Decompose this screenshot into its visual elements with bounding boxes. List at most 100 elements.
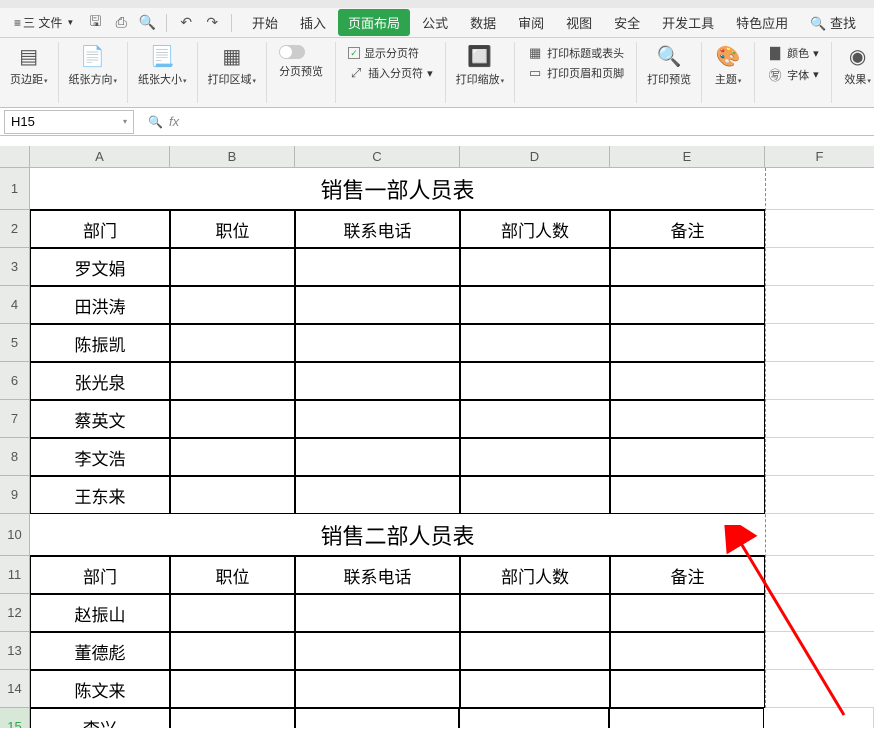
- cell[interactable]: [170, 670, 295, 708]
- redo-icon[interactable]: ↷: [201, 12, 223, 34]
- column-header[interactable]: F: [765, 146, 874, 168]
- row-header[interactable]: 5: [0, 324, 30, 362]
- print-area-button[interactable]: ▦ 打印区域▾: [204, 42, 261, 89]
- print-preview-button[interactable]: 🔍 打印预览: [643, 42, 695, 89]
- tab-special[interactable]: 特色应用: [726, 9, 798, 36]
- show-page-break-checkbox[interactable]: ✓ 显示分页符: [346, 44, 435, 62]
- cell[interactable]: [460, 632, 610, 670]
- cell[interactable]: 张光泉: [30, 362, 170, 400]
- cell[interactable]: [764, 708, 874, 728]
- tab-insert[interactable]: 插入: [290, 9, 336, 36]
- margins-button[interactable]: ▤ 页边距▾: [6, 42, 52, 89]
- cell[interactable]: [610, 632, 765, 670]
- cell[interactable]: [460, 594, 610, 632]
- cell[interactable]: [765, 210, 874, 248]
- tab-data[interactable]: 数据: [460, 9, 506, 36]
- cell[interactable]: 职位: [170, 556, 295, 594]
- cell[interactable]: [170, 594, 295, 632]
- cell[interactable]: 备注: [610, 556, 765, 594]
- fonts-button[interactable]: ㊢ 字体▾: [765, 64, 821, 85]
- cell[interactable]: [610, 594, 765, 632]
- cell[interactable]: [765, 670, 874, 708]
- cell[interactable]: 董德彪: [30, 632, 170, 670]
- cell[interactable]: [765, 632, 874, 670]
- row-header[interactable]: 10: [0, 514, 30, 556]
- save-icon[interactable]: 🖫: [84, 12, 106, 34]
- row-header[interactable]: 1: [0, 168, 30, 210]
- cell[interactable]: [460, 286, 610, 324]
- cell[interactable]: [765, 594, 874, 632]
- cell[interactable]: [609, 708, 764, 728]
- row-header[interactable]: 14: [0, 670, 30, 708]
- table-title[interactable]: 销售一部人员表: [30, 168, 765, 210]
- row-header[interactable]: 4: [0, 286, 30, 324]
- themes-button[interactable]: 🎨 主题▾: [708, 42, 748, 89]
- grid[interactable]: 销售一部人员表 部门 职位 联系电话 部门人数 备注 罗文娟: [30, 168, 874, 708]
- file-menu[interactable]: ≡ 三 文件 ▼: [8, 12, 80, 33]
- cell[interactable]: 部门人数: [460, 210, 610, 248]
- cell[interactable]: [170, 324, 295, 362]
- select-all-corner[interactable]: [0, 146, 30, 168]
- cell[interactable]: [460, 400, 610, 438]
- page-break-preview-toggle[interactable]: [277, 44, 325, 60]
- cell[interactable]: [170, 438, 295, 476]
- column-header[interactable]: E: [610, 146, 765, 168]
- tab-review[interactable]: 审阅: [508, 9, 554, 36]
- cell[interactable]: [610, 248, 765, 286]
- cell[interactable]: [295, 594, 460, 632]
- paper-size-button[interactable]: 📃 纸张大小▾: [134, 42, 191, 89]
- cell[interactable]: [170, 248, 295, 286]
- cell[interactable]: [765, 514, 874, 556]
- insert-page-break-button[interactable]: ⤢ 插入分页符▾: [346, 64, 435, 82]
- cell[interactable]: [610, 286, 765, 324]
- cell[interactable]: [295, 632, 460, 670]
- cell[interactable]: 田洪涛: [30, 286, 170, 324]
- cell[interactable]: 陈振凯: [30, 324, 170, 362]
- cell[interactable]: 陈文来: [30, 670, 170, 708]
- cell[interactable]: [170, 400, 295, 438]
- cell[interactable]: [610, 324, 765, 362]
- cell[interactable]: [460, 248, 610, 286]
- column-header[interactable]: C: [295, 146, 460, 168]
- tab-devtools[interactable]: 开发工具: [652, 9, 724, 36]
- cell[interactable]: [170, 632, 295, 670]
- print-qat-icon[interactable]: ⎙: [110, 12, 132, 34]
- row-header[interactable]: 15: [0, 708, 30, 728]
- cell[interactable]: 部门: [30, 556, 170, 594]
- cell[interactable]: 职位: [170, 210, 295, 248]
- row-header[interactable]: 8: [0, 438, 30, 476]
- cell[interactable]: [295, 248, 460, 286]
- cell[interactable]: [295, 438, 460, 476]
- tab-view[interactable]: 视图: [556, 9, 602, 36]
- cell[interactable]: 李文浩: [30, 438, 170, 476]
- cell[interactable]: 李兴: [30, 708, 170, 728]
- orientation-button[interactable]: 📄 纸张方向▾: [65, 42, 122, 89]
- cell[interactable]: [765, 168, 874, 210]
- cell[interactable]: [295, 286, 460, 324]
- row-header[interactable]: 2: [0, 210, 30, 248]
- cell[interactable]: [459, 708, 609, 728]
- column-header[interactable]: D: [460, 146, 610, 168]
- row-header[interactable]: 12: [0, 594, 30, 632]
- cell[interactable]: [460, 362, 610, 400]
- cell[interactable]: [765, 400, 874, 438]
- search-menu[interactable]: 🔍 查找: [800, 9, 866, 36]
- cell[interactable]: [295, 400, 460, 438]
- colors-button[interactable]: ▇ 颜色▾: [765, 44, 821, 62]
- cell[interactable]: [765, 438, 874, 476]
- column-header[interactable]: A: [30, 146, 170, 168]
- cell[interactable]: [765, 248, 874, 286]
- cell[interactable]: [295, 670, 460, 708]
- cell[interactable]: [610, 400, 765, 438]
- row-header[interactable]: 3: [0, 248, 30, 286]
- tab-page-layout[interactable]: 页面布局: [338, 9, 410, 36]
- row-header[interactable]: 9: [0, 476, 30, 514]
- undo-icon[interactable]: ↶: [175, 12, 197, 34]
- table-title[interactable]: 销售二部人员表: [30, 514, 765, 556]
- cell[interactable]: 赵振山: [30, 594, 170, 632]
- cell[interactable]: [610, 438, 765, 476]
- tab-security[interactable]: 安全: [604, 9, 650, 36]
- fx-icon[interactable]: fx: [169, 114, 179, 129]
- cell[interactable]: 部门: [30, 210, 170, 248]
- cell[interactable]: [610, 476, 765, 514]
